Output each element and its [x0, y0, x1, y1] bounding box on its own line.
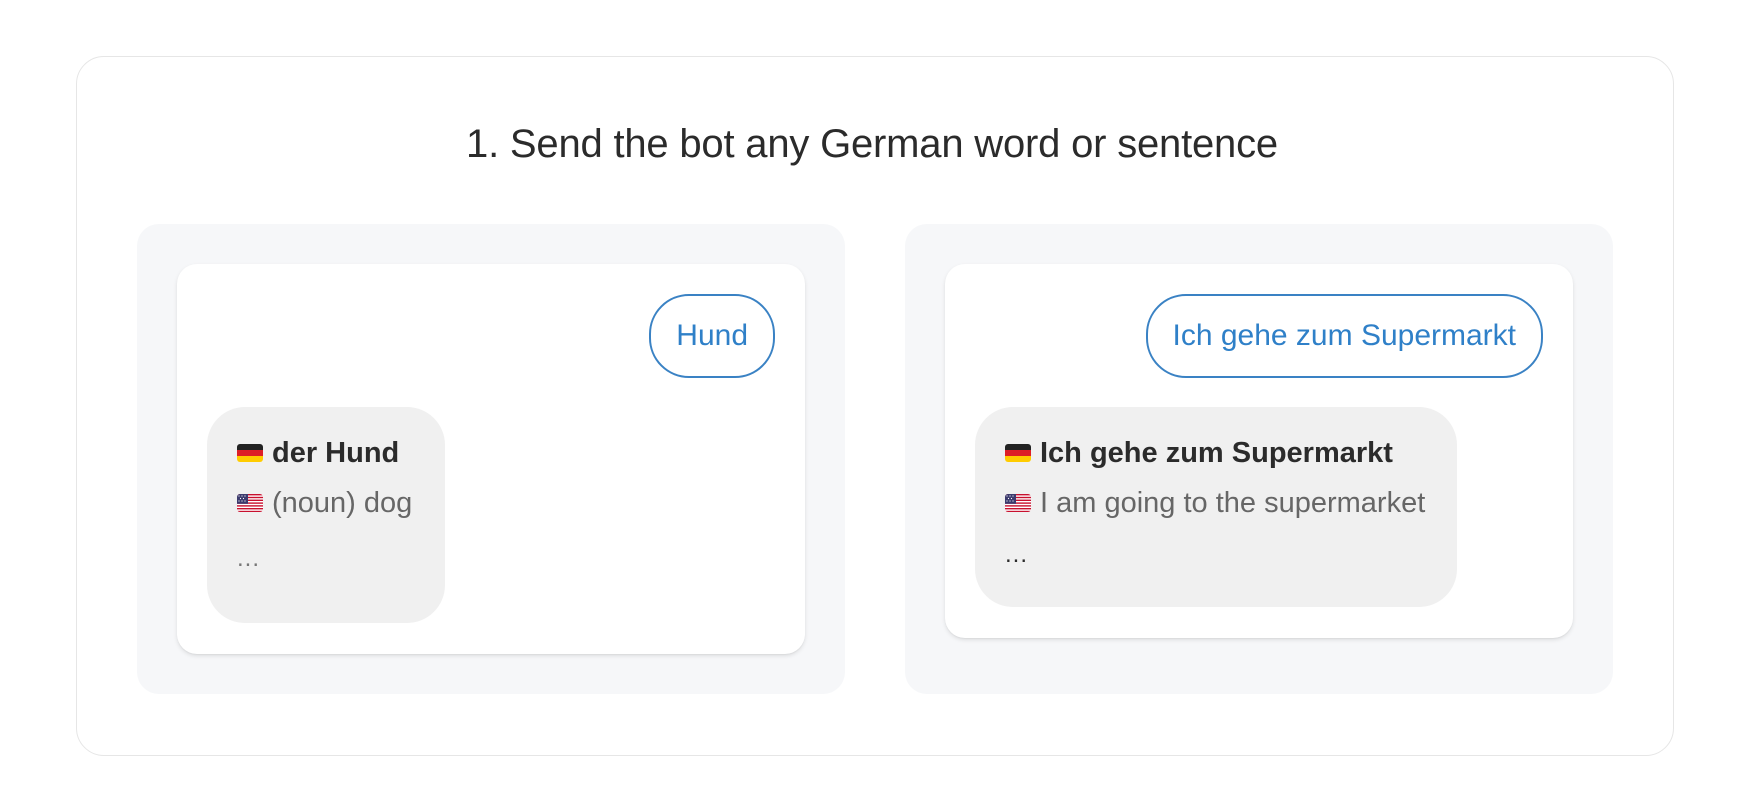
step-title: 1. Send the bot any German word or sente… — [466, 122, 1278, 166]
user-message-bubble: Hund — [649, 294, 775, 378]
reply-german-line: der Hund — [237, 435, 415, 471]
example-panel-word: Hund der Hund (noun) dog ... — [137, 224, 845, 694]
chat-window: Hund der Hund (noun) dog ... — [177, 264, 805, 654]
reply-english-line: (noun) dog — [237, 485, 415, 521]
reply-german-text: der Hund — [272, 436, 400, 469]
bot-reply-bubble: Ich gehe zum Supermarkt I am going to th… — [975, 407, 1457, 607]
germany-flag-icon — [1005, 444, 1031, 462]
reply-english-line: I am going to the supermarket — [1005, 485, 1427, 521]
example-panel-sentence: Ich gehe zum Supermarkt Ich gehe zum Sup… — [905, 224, 1613, 694]
reply-more-ellipsis: ... — [1005, 541, 1029, 568]
us-flag-icon — [237, 494, 263, 512]
user-message-bubble: Ich gehe zum Supermarkt — [1145, 294, 1543, 378]
reply-german-line: Ich gehe zum Supermarkt — [1005, 435, 1427, 471]
reply-english-text: I am going to the supermarket — [1040, 486, 1426, 519]
us-flag-icon — [1005, 494, 1031, 512]
reply-more-ellipsis: ... — [237, 545, 261, 572]
reply-english-text: (noun) dog — [272, 486, 413, 519]
reply-german-text: Ich gehe zum Supermarkt — [1040, 436, 1393, 469]
germany-flag-icon — [237, 444, 263, 462]
chat-window: Ich gehe zum Supermarkt Ich gehe zum Sup… — [945, 264, 1573, 638]
bot-reply-bubble: der Hund (noun) dog ... — [207, 407, 445, 623]
